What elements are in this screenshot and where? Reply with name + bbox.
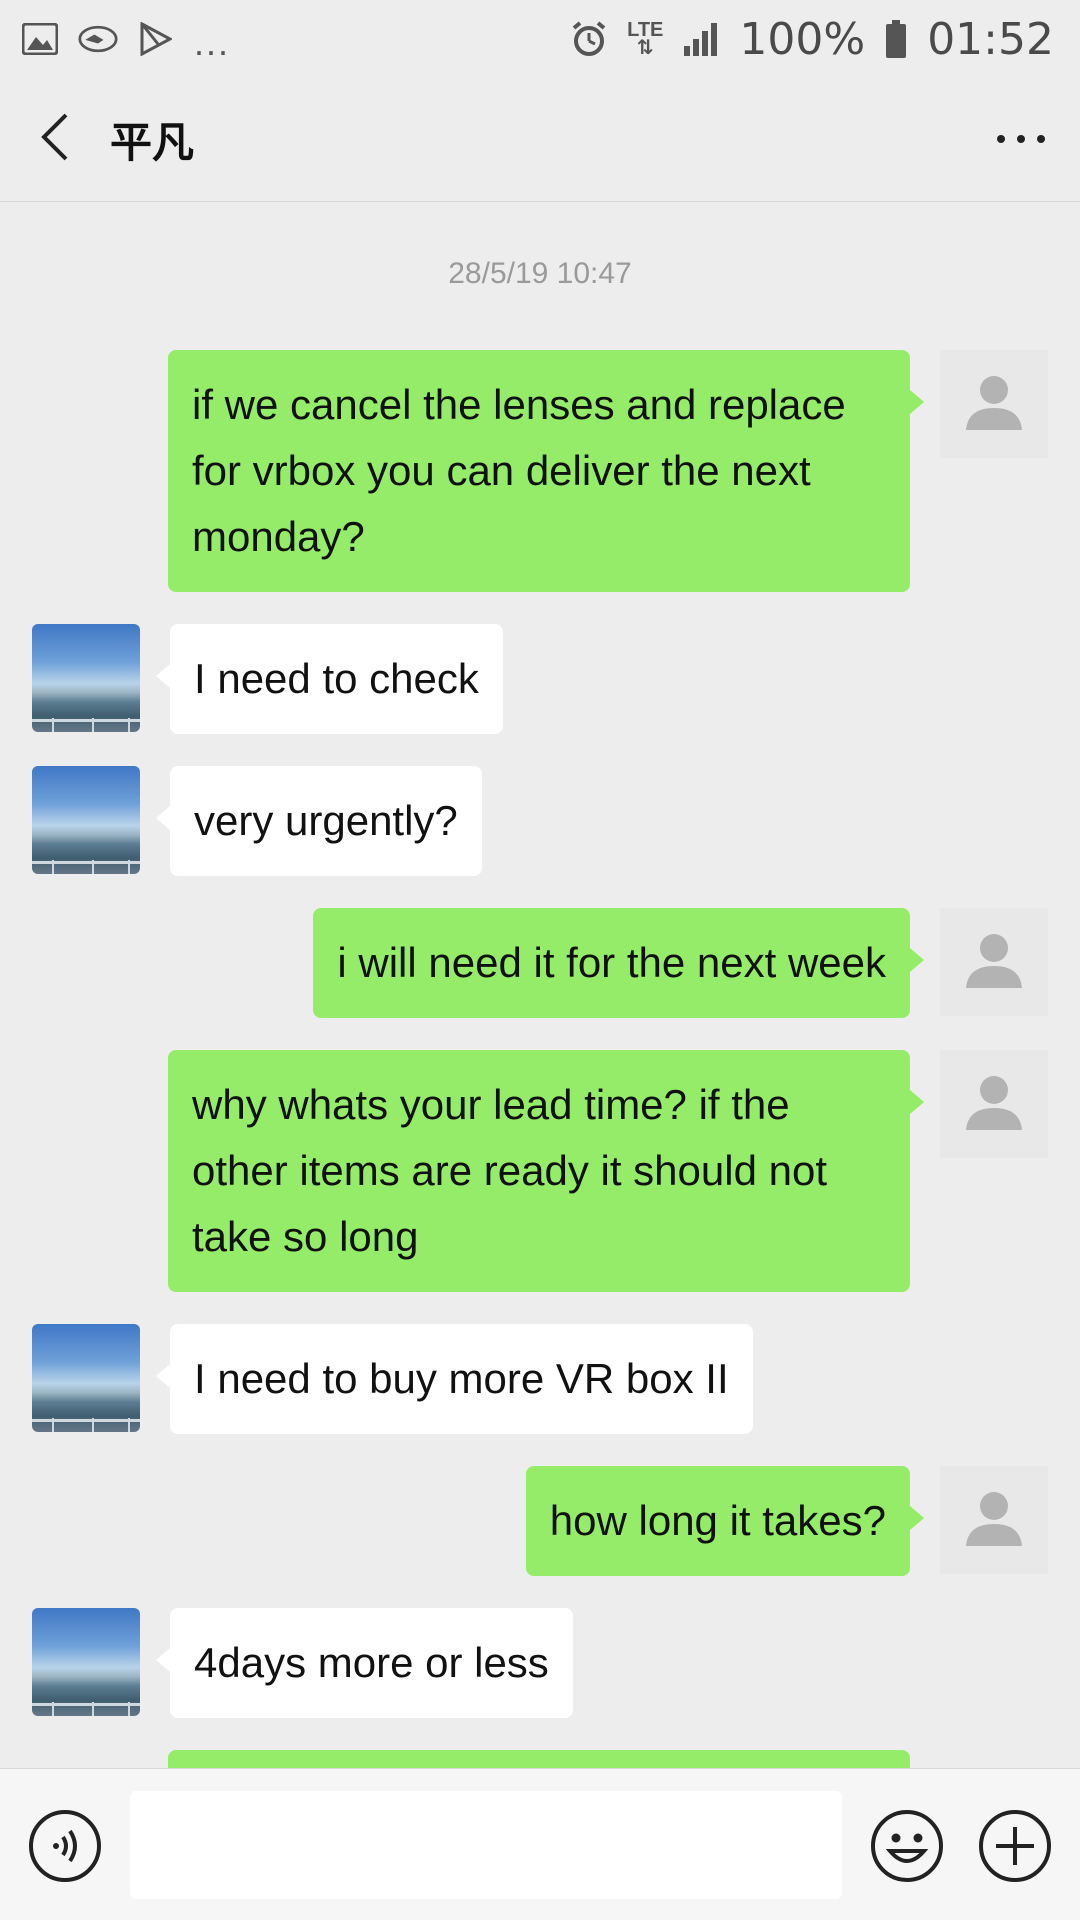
contact-avatar[interactable]: [32, 1608, 140, 1716]
message-text: i will need it for the next week: [337, 939, 886, 986]
message-input[interactable]: [130, 1791, 842, 1899]
status-bar: ... LTE ⇅ 100% 01:52: [0, 0, 1080, 78]
outgoing-message[interactable]: how long it takes?: [525, 1466, 925, 1576]
my-avatar[interactable]: [940, 1050, 1048, 1158]
chat-header: 平凡: [0, 78, 1080, 202]
handshake-icon: [78, 19, 118, 59]
status-bar-right: LTE ⇅ 100% 01:52: [569, 14, 1054, 65]
battery-icon: [883, 19, 909, 59]
user-icon: [962, 1070, 1026, 1139]
contact-avatar[interactable]: [32, 766, 140, 874]
plus-icon: [978, 1810, 1052, 1887]
message-text: if we cancel the lenses and replace for …: [192, 381, 846, 560]
back-button[interactable]: [0, 78, 110, 202]
signal-icon: [681, 19, 721, 59]
message-text: I need to buy more VR box II: [194, 1355, 729, 1402]
contact-avatar[interactable]: [32, 624, 140, 732]
message-text: very urgently?: [194, 797, 458, 844]
user-icon: [962, 1486, 1026, 1555]
status-bar-left: ...: [20, 14, 230, 64]
my-avatar[interactable]: [940, 1466, 1048, 1574]
outgoing-message[interactable]: if we cancel the lenses and replace for …: [168, 350, 924, 592]
message-text: I need to check: [194, 655, 479, 702]
chat-title: 平凡: [110, 118, 195, 167]
incoming-message[interactable]: 4days more or less: [156, 1608, 573, 1718]
chevron-left-icon: [40, 113, 70, 166]
message-text: why whats your lead time? if the other i…: [192, 1081, 828, 1260]
more-horizontal-icon: [996, 131, 1046, 149]
my-avatar[interactable]: [940, 350, 1048, 458]
outgoing-message-partial[interactable]: [168, 1750, 910, 1768]
incoming-message[interactable]: I need to buy more VR box II: [156, 1324, 753, 1434]
incoming-message[interactable]: very urgently?: [156, 766, 482, 876]
play-store-icon: [136, 19, 176, 59]
emoji-icon: [870, 1810, 944, 1887]
user-icon: [962, 370, 1026, 439]
network-type: LTE ⇅: [627, 19, 664, 59]
more-options-button[interactable]: [988, 108, 1054, 172]
input-bar: [0, 1768, 1080, 1920]
emoji-button[interactable]: [870, 1809, 944, 1883]
gallery-icon: [20, 19, 60, 59]
alarm-icon: [569, 19, 609, 59]
voice-input-button[interactable]: [28, 1809, 102, 1883]
message-list[interactable]: 28/5/19 10:47 if we cancel the lenses an…: [0, 203, 1080, 1768]
clock: 01:52: [927, 13, 1054, 65]
my-avatar[interactable]: [940, 908, 1048, 1016]
message-text: how long it takes?: [549, 1497, 886, 1544]
message-timestamp: 28/5/19 10:47: [448, 257, 632, 290]
voice-icon: [28, 1810, 102, 1887]
more-actions-button[interactable]: [978, 1809, 1052, 1883]
battery-percent: 100%: [739, 13, 866, 65]
status-overflow: ...: [194, 22, 231, 63]
outgoing-message[interactable]: why whats your lead time? if the other i…: [168, 1050, 924, 1292]
contact-avatar[interactable]: [32, 1324, 140, 1432]
message-text: 4days more or less: [194, 1639, 549, 1686]
outgoing-message[interactable]: i will need it for the next week: [313, 908, 924, 1018]
incoming-message[interactable]: I need to check: [156, 624, 503, 734]
user-icon: [962, 928, 1026, 997]
